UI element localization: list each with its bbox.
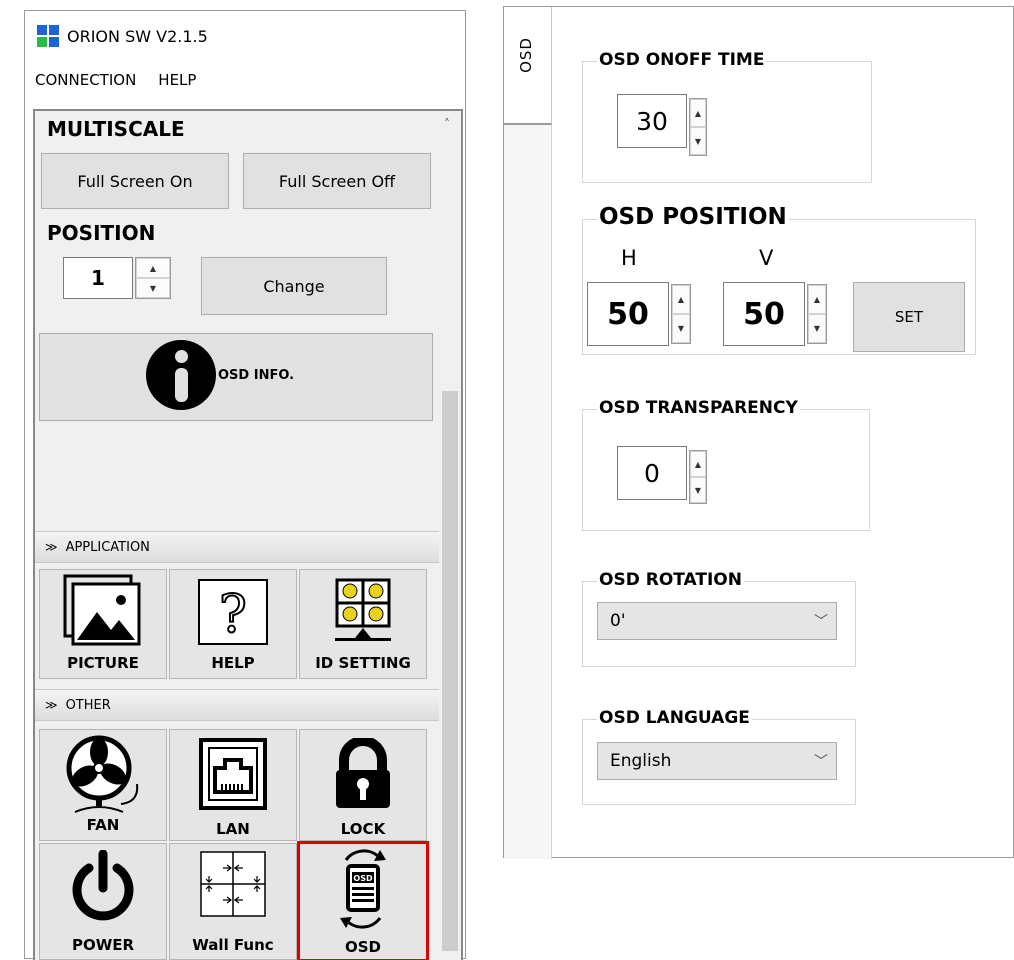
rotation-title: OSD ROTATION	[597, 570, 744, 590]
spin-up-icon[interactable]: ▲	[690, 451, 706, 477]
tab-osd-label: OSD	[517, 37, 535, 73]
osd-settings-window: OSD OSD ONOFF TIME 30 ▲ ▼ OSD POSITION H…	[503, 6, 1014, 859]
transparency-value[interactable]: 0	[617, 446, 687, 500]
id-setting-icon	[335, 578, 391, 641]
osd-icon: OSD	[340, 849, 386, 929]
power-icon	[72, 850, 134, 921]
tile-label: POWER	[71, 936, 135, 954]
tile-wall-func[interactable]: Wall Func	[169, 843, 297, 960]
change-button[interactable]: Change	[201, 257, 387, 315]
tile-label: FAN	[86, 816, 120, 834]
spin-up-icon[interactable]: ▲	[672, 285, 690, 314]
onoff-time-spinner[interactable]: ▲ ▼	[689, 98, 707, 156]
spin-down-icon[interactable]: ▼	[690, 127, 706, 155]
application-group-header[interactable]: ≫ APPLICATION	[35, 531, 445, 563]
transparency-title: OSD TRANSPARENCY	[597, 398, 800, 418]
h-label: H	[621, 246, 637, 270]
full-screen-off-button[interactable]: Full Screen Off	[243, 153, 431, 209]
tile-label: OSD	[344, 938, 381, 956]
tile-fan[interactable]: FAN	[39, 729, 167, 841]
spin-down-icon[interactable]: ▼	[690, 477, 706, 503]
position-spinner[interactable]: ▲ ▼	[135, 257, 171, 299]
transparency-spinner[interactable]: ▲ ▼	[689, 450, 707, 504]
menu-connection[interactable]: CONNECTION	[35, 71, 136, 89]
spin-up-icon[interactable]: ▲	[690, 99, 706, 127]
v-value[interactable]: 50	[723, 282, 805, 346]
tab-strip	[504, 125, 552, 859]
osd-position-group: OSD POSITION H V 50 ▲ ▼ 50 ▲ ▼ SET	[582, 204, 976, 355]
rotation-select[interactable]: 0' ﹀	[597, 602, 837, 640]
spin-down-icon[interactable]: ▼	[672, 314, 690, 343]
h-value[interactable]: 50	[587, 282, 669, 346]
application-header-label: APPLICATION	[65, 539, 150, 555]
collapse-chevron-icon: ≫	[45, 698, 58, 712]
app-title: ORION SW V2.1.5	[67, 26, 208, 46]
language-group: OSD LANGUAGE English ﹀	[582, 708, 856, 805]
onoff-time-value[interactable]: 30	[617, 94, 687, 148]
title-bar: ORION SW V2.1.5	[37, 25, 208, 47]
control-panel: MULTISCALE Full Screen On Full Screen Of…	[33, 109, 463, 960]
position-value[interactable]: 1	[63, 257, 133, 299]
spin-up-icon[interactable]: ▲	[136, 258, 170, 278]
multiscale-title: MULTISCALE	[47, 117, 185, 141]
other-group-header[interactable]: ≫ OTHER	[35, 689, 445, 721]
v-label: V	[759, 246, 774, 270]
tile-lock[interactable]: LOCK	[299, 729, 427, 841]
picture-icon	[63, 574, 141, 646]
osd-info-button[interactable]: OSD INFO.	[39, 333, 433, 421]
spin-down-icon[interactable]: ▼	[808, 314, 826, 343]
lock-icon	[336, 738, 390, 808]
svg-text:?: ?	[219, 585, 247, 645]
menu-help[interactable]: HELP	[158, 71, 196, 89]
h-spinner[interactable]: ▲ ▼	[671, 284, 691, 344]
tile-osd[interactable]: OSD OSD	[297, 841, 429, 960]
rotation-group: OSD ROTATION 0' ﹀	[582, 570, 856, 667]
tile-help[interactable]: ? HELP	[169, 569, 297, 679]
spin-down-icon[interactable]: ▼	[136, 278, 170, 298]
chevron-down-icon: ﹀	[814, 614, 828, 630]
tile-picture[interactable]: PICTURE	[39, 569, 167, 679]
main-window: ORION SW V2.1.5 CONNECTION HELP MULTISCA…	[24, 10, 466, 960]
osd-position-title: OSD POSITION	[597, 204, 789, 230]
vertical-scrollbar[interactable]: ˄	[439, 111, 461, 960]
tile-label: ID SETTING	[315, 654, 411, 672]
language-select-value: English	[610, 751, 672, 771]
info-icon	[146, 340, 216, 410]
collapse-chevron-icon: ≫	[45, 540, 58, 554]
menu-bar: CONNECTION HELP	[35, 71, 196, 89]
tile-label: LOCK	[340, 820, 386, 838]
app-logo-icon	[37, 25, 59, 47]
tile-id-setting[interactable]: ID SETTING	[299, 569, 427, 679]
full-screen-on-button[interactable]: Full Screen On	[41, 153, 229, 209]
onoff-time-title: OSD ONOFF TIME	[597, 50, 767, 70]
language-title: OSD LANGUAGE	[597, 708, 752, 728]
tile-power[interactable]: POWER	[39, 843, 167, 960]
tile-label: LAN	[216, 820, 250, 838]
fan-icon	[66, 735, 139, 813]
tile-label: Wall Func	[192, 936, 274, 954]
tile-label: PICTURE	[67, 654, 139, 672]
other-header-label: OTHER	[65, 697, 111, 713]
tile-label: HELP	[211, 654, 255, 672]
language-select[interactable]: English ﹀	[597, 742, 837, 780]
transparency-group: OSD TRANSPARENCY 0 ▲ ▼	[582, 398, 870, 531]
tile-lan[interactable]: LAN	[169, 729, 297, 841]
v-spinner[interactable]: ▲ ▼	[807, 284, 827, 344]
svg-text:OSD: OSD	[353, 874, 373, 883]
rotation-select-value: 0'	[610, 611, 626, 631]
chevron-down-icon: ﹀	[814, 754, 828, 770]
tab-osd[interactable]: OSD	[504, 7, 552, 125]
onoff-time-group: OSD ONOFF TIME 30 ▲ ▼	[582, 50, 872, 183]
lan-icon	[199, 738, 267, 810]
osd-info-label: OSD INFO.	[218, 368, 295, 383]
scroll-up-icon[interactable]: ˄	[444, 117, 450, 131]
position-title: POSITION	[47, 221, 156, 245]
question-icon: ?	[198, 579, 268, 646]
wall-func-icon	[200, 851, 266, 917]
spin-up-icon[interactable]: ▲	[808, 285, 826, 314]
set-button[interactable]: SET	[853, 282, 965, 352]
scroll-thumb[interactable]	[442, 391, 458, 951]
